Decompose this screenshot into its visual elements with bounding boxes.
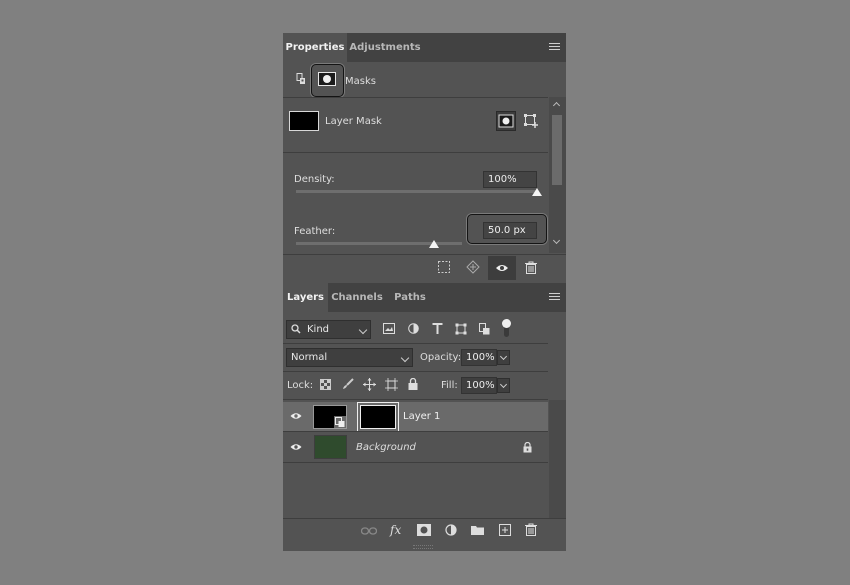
shape-layer-filter-icon[interactable]: [455, 323, 467, 335]
fill-label: Fill:: [441, 380, 458, 391]
layers-scrollbar[interactable]: [549, 400, 566, 518]
select-layer-mask-icon[interactable]: [496, 111, 516, 131]
adjustment-layer-filter-icon[interactable]: [408, 323, 419, 334]
feather-slider-thumb[interactable]: [429, 240, 439, 248]
layer-name: Layer 1: [403, 411, 441, 422]
lock-all-icon[interactable]: [408, 378, 418, 390]
tab-adjustments[interactable]: Adjustments: [347, 33, 423, 62]
properties-scrollbar[interactable]: [549, 97, 566, 253]
layer-name: Background: [356, 442, 416, 453]
apply-mask-icon[interactable]: [466, 260, 480, 274]
layer-1-mask-thumbnail[interactable]: [360, 405, 396, 429]
layers-panel: Layers Channels Paths Kind Normal Opacit…: [283, 283, 566, 551]
feather-label: Feather:: [294, 226, 336, 237]
fill-input[interactable]: 100%: [461, 377, 497, 394]
layers-tabbar: Layers Channels Paths: [283, 283, 566, 312]
opacity-dropdown[interactable]: [497, 350, 510, 365]
pixel-layer-properties-icon[interactable]: [296, 73, 306, 85]
visibility-eye-icon[interactable]: [290, 443, 302, 451]
feather-input[interactable]: 50.0 px: [483, 222, 537, 239]
lock-transparent-pixels-icon[interactable]: [320, 379, 331, 390]
blend-mode-value: Normal: [291, 352, 328, 363]
visibility-eye-icon[interactable]: [290, 412, 302, 420]
load-selection-from-mask-icon[interactable]: [438, 261, 450, 273]
blend-mode-dropdown[interactable]: Normal: [286, 348, 413, 367]
add-vector-mask-icon[interactable]: [523, 113, 539, 129]
layer-row-background[interactable]: Background: [283, 432, 548, 462]
properties-panel: Properties Adjustments Masks Layer Mask …: [283, 33, 566, 283]
delete-layer-icon[interactable]: [525, 523, 537, 536]
density-slider-thumb[interactable]: [532, 188, 542, 196]
layer-style-icon[interactable]: fx: [390, 523, 401, 537]
tab-layers[interactable]: Layers: [283, 283, 328, 312]
layers-menu-icon[interactable]: [549, 293, 560, 302]
filter-toggle-switch[interactable]: [502, 319, 511, 339]
lock-artboard-icon[interactable]: [385, 378, 398, 391]
layer-mask-thumbnail: [289, 111, 319, 131]
properties-tabbar: Properties Adjustments: [283, 33, 566, 62]
layer-row-layer-1[interactable]: Layer 1: [283, 402, 548, 431]
density-input[interactable]: 100%: [483, 171, 537, 188]
eye-icon: [495, 263, 509, 273]
filter-kind-label: Kind: [307, 324, 330, 335]
new-group-folder-icon[interactable]: [471, 525, 484, 535]
new-adjustment-layer-icon[interactable]: [445, 524, 458, 537]
density-slider[interactable]: [296, 190, 537, 193]
type-layer-filter-icon[interactable]: [432, 323, 443, 334]
lock-image-pixels-icon[interactable]: [342, 378, 354, 390]
new-layer-icon[interactable]: [499, 524, 511, 536]
density-label: Density:: [294, 174, 335, 185]
properties-scroll-thumb[interactable]: [552, 115, 562, 185]
opacity-label: Opacity:: [420, 352, 462, 363]
search-icon: [291, 324, 301, 334]
layer-mask-title: Layer Mask: [325, 116, 382, 127]
smart-object-filter-icon[interactable]: [479, 323, 490, 335]
tab-channels[interactable]: Channels: [328, 283, 386, 312]
lock-position-icon[interactable]: [363, 378, 376, 391]
layer-1-thumbnail[interactable]: [313, 405, 347, 429]
tab-properties[interactable]: Properties: [283, 33, 347, 62]
panel-menu-icon[interactable]: [549, 43, 560, 52]
fill-dropdown[interactable]: [497, 378, 510, 393]
add-mask-icon[interactable]: [417, 524, 431, 536]
background-lock-icon: [523, 442, 532, 453]
opacity-input[interactable]: 100%: [461, 349, 497, 366]
lock-label: Lock:: [287, 380, 314, 391]
background-thumbnail[interactable]: [314, 435, 347, 459]
link-layers-icon[interactable]: [361, 527, 377, 535]
mask-properties-icon[interactable]: [318, 72, 336, 86]
pixel-layer-filter-icon[interactable]: [383, 323, 395, 334]
tab-paths[interactable]: Paths: [386, 283, 434, 312]
delete-mask-icon[interactable]: [525, 261, 537, 274]
masks-label: Masks: [345, 76, 376, 87]
resize-grip[interactable]: [413, 545, 433, 549]
